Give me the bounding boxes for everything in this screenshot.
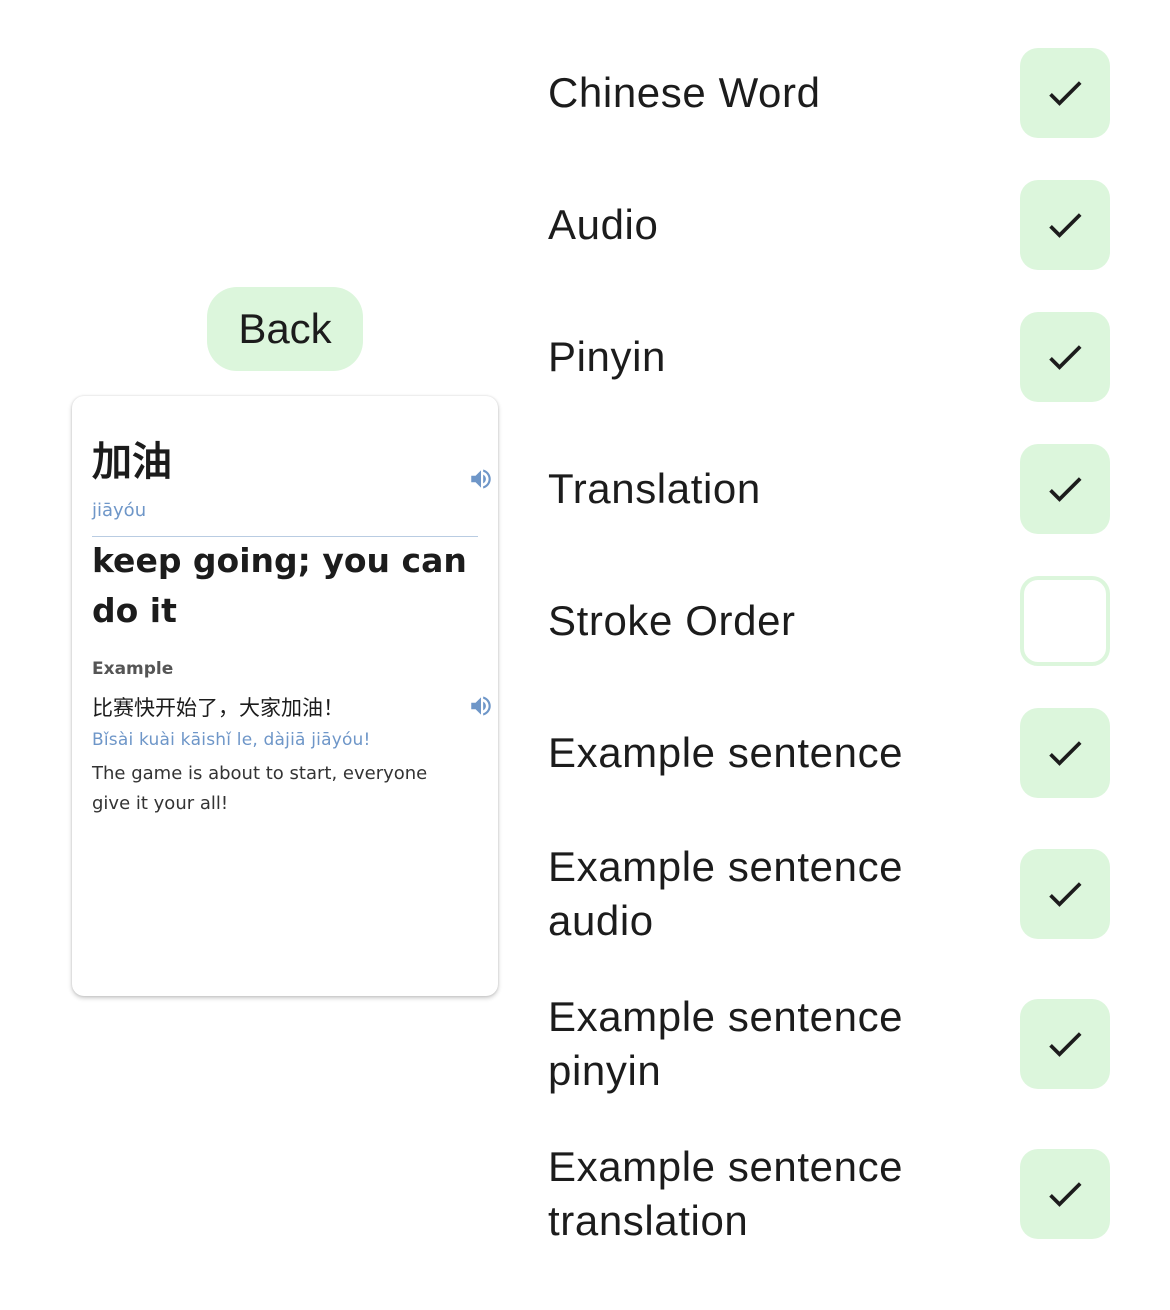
checkbox-stroke-order[interactable] <box>1020 576 1110 666</box>
card-example-translation: The game is about to start, everyone giv… <box>92 763 428 814</box>
back-button[interactable]: Back <box>207 287 363 371</box>
checkmark-icon <box>1049 345 1082 370</box>
card-word: 加油 <box>92 439 172 485</box>
checkmark-icon <box>1049 1032 1082 1057</box>
option-label-stroke-order: Stroke Order <box>548 597 796 644</box>
checkbox-chinese-word[interactable] <box>1020 48 1110 138</box>
option-label-example-sentence-pinyin: Example sentence pinyin <box>548 993 904 1094</box>
option-label-example-sentence-audio: Example sentence audio <box>548 843 904 944</box>
checkbox-translation[interactable] <box>1020 444 1110 534</box>
checkbox-example-sentence-audio[interactable] <box>1020 849 1110 939</box>
word-audio-button[interactable] <box>466 464 496 494</box>
checkmark-icon <box>1049 477 1082 502</box>
checkbox-audio[interactable] <box>1020 180 1110 270</box>
option-label-pinyin: Pinyin <box>548 333 666 380</box>
checkmark-icon <box>1049 882 1082 907</box>
example-audio-button[interactable] <box>466 691 496 721</box>
checkbox-example-sentence[interactable] <box>1020 708 1110 798</box>
option-label-translation: Translation <box>548 465 761 512</box>
option-label-example-sentence: Example sentence <box>548 729 904 776</box>
checkbox-pinyin[interactable] <box>1020 312 1110 402</box>
card-example-label: Example <box>92 659 174 679</box>
checkmark-icon <box>1049 1182 1082 1207</box>
option-label-example-sentence-translation: Example sentence translation <box>548 1143 904 1244</box>
card-example-pinyin: Bǐsài kuài kāishǐ le, dàjiā jiāyóu! <box>92 730 371 750</box>
card-word-row: 加油 <box>92 436 478 488</box>
checkbox-example-sentence-translation[interactable] <box>1020 1149 1110 1239</box>
card-example-sentence: 比赛快开始了，大家加油！ <box>92 696 344 720</box>
checkmark-icon <box>1049 81 1082 106</box>
card-translation: keep going; you can do it <box>92 541 467 630</box>
flashcard-preview: 加油 jiāyóu keep going; you can do it Exam… <box>72 396 498 996</box>
card-pinyin: jiāyóu <box>92 500 147 521</box>
speaker-icon <box>471 696 491 716</box>
checkbox-example-sentence-pinyin[interactable] <box>1020 999 1110 1089</box>
speaker-icon <box>471 469 491 489</box>
checkmark-icon <box>1049 741 1082 766</box>
option-label-audio: Audio <box>548 201 659 248</box>
checkmark-icon <box>1049 213 1082 238</box>
option-label-chinese-word: Chinese Word <box>548 69 821 116</box>
